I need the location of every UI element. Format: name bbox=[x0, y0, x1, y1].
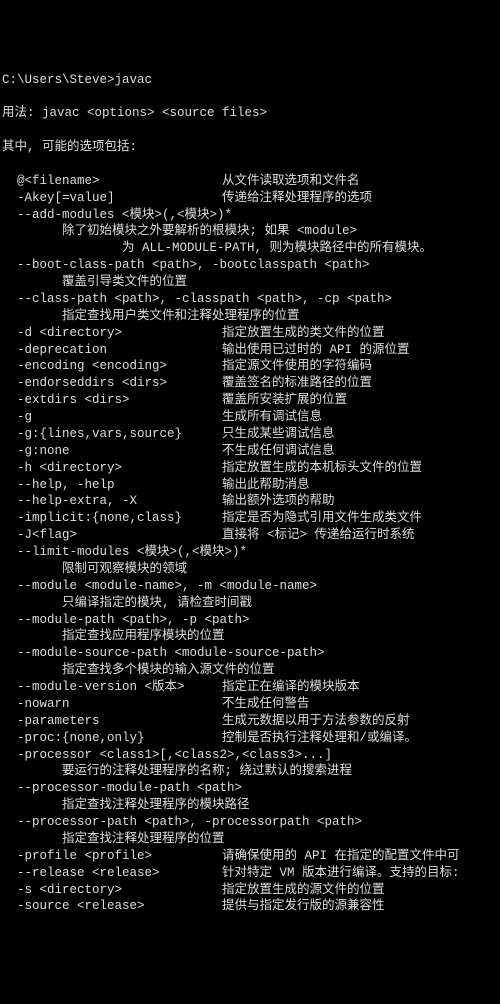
option-line: 指定查找用户类文件和注释处理程序的位置 bbox=[2, 308, 498, 325]
command-prompt-line: C:\Users\Steve>javac bbox=[2, 72, 498, 89]
option-flag: -deprecation bbox=[2, 342, 222, 359]
option-line: -source <release>提供与指定发行版的源兼容性 bbox=[2, 898, 498, 915]
option-desc: 生成元数据以用于方法参数的反射 bbox=[222, 713, 410, 730]
option-flag: -proc:{none,only} bbox=[2, 730, 222, 747]
option-line: -deprecation输出使用已过时的 API 的源位置 bbox=[2, 342, 498, 359]
option-line: --release <release>针对特定 VM 版本进行编译。支持的目标: bbox=[2, 865, 498, 882]
option-flag: -extdirs <dirs> bbox=[2, 392, 222, 409]
option-line: -h <directory>指定放置生成的本机标头文件的位置 bbox=[2, 460, 498, 477]
option-desc: 输出额外选项的帮助 bbox=[222, 493, 335, 510]
option-desc: 指定放置生成的源文件的位置 bbox=[222, 882, 385, 899]
option-line: -processor <class1>[,<class2>,<class3>..… bbox=[2, 747, 498, 764]
option-line: 覆盖引导类文件的位置 bbox=[2, 274, 498, 291]
option-line: 限制可观察模块的领域 bbox=[2, 561, 498, 578]
option-desc: 覆盖所安装扩展的位置 bbox=[222, 392, 347, 409]
options-block: @<filename>从文件读取选项和文件名 -Akey[=value]传递给注… bbox=[2, 173, 498, 916]
option-line: --processor-path <path>, -processorpath … bbox=[2, 814, 498, 831]
option-line: 指定查找多个模块的输入源文件的位置 bbox=[2, 662, 498, 679]
option-line: --add-modules <模块>(,<模块>)* bbox=[2, 207, 498, 224]
option-line: -encoding <encoding>指定源文件使用的字符编码 bbox=[2, 358, 498, 375]
option-line: 要运行的注释处理程序的名称; 绕过默认的搜索进程 bbox=[2, 763, 498, 780]
option-flag: -profile <profile> bbox=[2, 848, 222, 865]
option-desc: 传递给注释处理程序的选项 bbox=[222, 190, 372, 207]
option-desc: 控制是否执行注释处理和/或编译。 bbox=[222, 730, 417, 747]
option-line: @<filename>从文件读取选项和文件名 bbox=[2, 173, 498, 190]
option-desc: 直接将 <标记> 传递给运行时系统 bbox=[222, 527, 415, 544]
option-flag: -g:none bbox=[2, 443, 222, 460]
option-desc: 生成所有调试信息 bbox=[222, 409, 322, 426]
option-line: -g生成所有调试信息 bbox=[2, 409, 498, 426]
option-line: -Akey[=value]传递给注释处理程序的选项 bbox=[2, 190, 498, 207]
option-flag: --help-extra, -X bbox=[2, 493, 222, 510]
option-line: -parameters生成元数据以用于方法参数的反射 bbox=[2, 713, 498, 730]
option-flag: --release <release> bbox=[2, 865, 222, 882]
option-line: -s <directory>指定放置生成的源文件的位置 bbox=[2, 882, 498, 899]
option-flag: -source <release> bbox=[2, 898, 222, 915]
option-desc: 针对特定 VM 版本进行编译。支持的目标: bbox=[222, 865, 460, 882]
options-intro: 其中, 可能的选项包括: bbox=[2, 139, 498, 156]
option-line: -proc:{none,only}控制是否执行注释处理和/或编译。 bbox=[2, 730, 498, 747]
option-line: --module <module-name>, -m <module-name> bbox=[2, 578, 498, 595]
option-flag: -endorseddirs <dirs> bbox=[2, 375, 222, 392]
option-flag: -d <directory> bbox=[2, 325, 222, 342]
option-line: 只编译指定的模块, 请检查时间戳 bbox=[2, 595, 498, 612]
option-flag: -s <directory> bbox=[2, 882, 222, 899]
option-line: -g:none不生成任何调试信息 bbox=[2, 443, 498, 460]
option-line: --module-source-path <module-source-path… bbox=[2, 645, 498, 662]
option-line: --class-path <path>, -classpath <path>, … bbox=[2, 291, 498, 308]
option-flag: -g bbox=[2, 409, 222, 426]
option-desc: 输出使用已过时的 API 的源位置 bbox=[222, 342, 410, 359]
option-line: 除了初始模块之外要解析的根模块; 如果 <module> bbox=[2, 223, 498, 240]
option-desc: 请确保使用的 API 在指定的配置文件中可 bbox=[222, 848, 460, 865]
option-line: -d <directory>指定放置生成的类文件的位置 bbox=[2, 325, 498, 342]
option-line: --help-extra, -X输出额外选项的帮助 bbox=[2, 493, 498, 510]
option-line: --module-version <版本>指定正在编译的模块版本 bbox=[2, 679, 498, 696]
option-line: -g:{lines,vars,source}只生成某些调试信息 bbox=[2, 426, 498, 443]
option-flag: -Akey[=value] bbox=[2, 190, 222, 207]
option-flag: -encoding <encoding> bbox=[2, 358, 222, 375]
option-desc: 输出此帮助消息 bbox=[222, 477, 310, 494]
option-line: --processor-module-path <path> bbox=[2, 780, 498, 797]
option-desc: 指定放置生成的本机标头文件的位置 bbox=[222, 460, 422, 477]
option-desc: 指定放置生成的类文件的位置 bbox=[222, 325, 385, 342]
option-line: 为 ALL-MODULE-PATH, 则为模块路径中的所有模块。 bbox=[2, 240, 498, 257]
option-desc: 提供与指定发行版的源兼容性 bbox=[222, 898, 385, 915]
option-desc: 覆盖签名的标准路径的位置 bbox=[222, 375, 372, 392]
option-desc: 从文件读取选项和文件名 bbox=[222, 173, 360, 190]
option-desc: 只生成某些调试信息 bbox=[222, 426, 335, 443]
option-flag: -parameters bbox=[2, 713, 222, 730]
option-desc: 指定是否为隐式引用文件生成类文件 bbox=[222, 510, 422, 527]
option-flag: -g:{lines,vars,source} bbox=[2, 426, 222, 443]
option-line: -profile <profile>请确保使用的 API 在指定的配置文件中可 bbox=[2, 848, 498, 865]
option-flag: -h <directory> bbox=[2, 460, 222, 477]
option-flag: --module-version <版本> bbox=[2, 679, 222, 696]
option-desc: 不生成任何调试信息 bbox=[222, 443, 335, 460]
option-flag: -J<flag> bbox=[2, 527, 222, 544]
option-flag: -implicit:{none,class} bbox=[2, 510, 222, 527]
option-flag: -nowarn bbox=[2, 696, 222, 713]
option-line: --module-path <path>, -p <path> bbox=[2, 612, 498, 629]
option-desc: 不生成任何警告 bbox=[222, 696, 310, 713]
option-line: 指定查找注释处理程序的位置 bbox=[2, 831, 498, 848]
option-desc: 指定源文件使用的字符编码 bbox=[222, 358, 372, 375]
option-line: -implicit:{none,class}指定是否为隐式引用文件生成类文件 bbox=[2, 510, 498, 527]
option-flag: @<filename> bbox=[2, 173, 222, 190]
option-line: --limit-modules <模块>(,<模块>)* bbox=[2, 544, 498, 561]
option-line: --help, -help输出此帮助消息 bbox=[2, 477, 498, 494]
option-line: -endorseddirs <dirs>覆盖签名的标准路径的位置 bbox=[2, 375, 498, 392]
option-desc: 指定正在编译的模块版本 bbox=[222, 679, 360, 696]
option-line: -nowarn不生成任何警告 bbox=[2, 696, 498, 713]
option-line: -J<flag>直接将 <标记> 传递给运行时系统 bbox=[2, 527, 498, 544]
option-line: 指定查找应用程序模块的位置 bbox=[2, 628, 498, 645]
option-line: 指定查找注释处理程序的模块路径 bbox=[2, 797, 498, 814]
option-line: --boot-class-path <path>, -bootclasspath… bbox=[2, 257, 498, 274]
option-line: -extdirs <dirs>覆盖所安装扩展的位置 bbox=[2, 392, 498, 409]
usage-line: 用法: javac <options> <source files> bbox=[2, 105, 498, 122]
option-flag: --help, -help bbox=[2, 477, 222, 494]
